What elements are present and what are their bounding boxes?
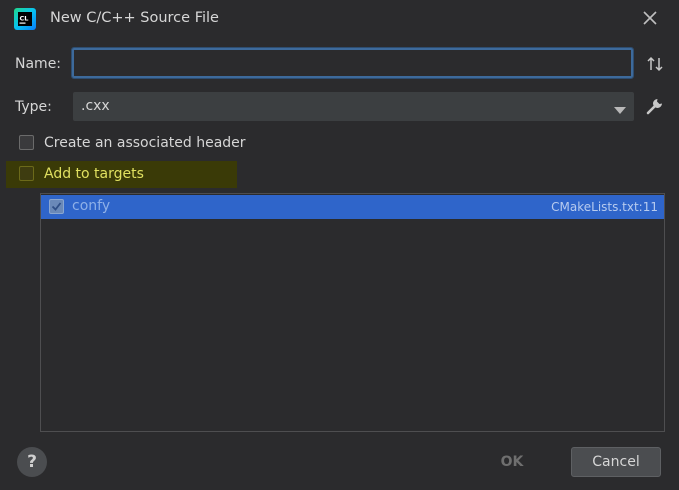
wrench-icon[interactable] [645, 96, 665, 116]
chevron-down-icon [614, 103, 626, 114]
add-to-targets-label[interactable]: Add to targets [44, 166, 144, 182]
target-checkbox[interactable] [49, 199, 64, 214]
ok-button[interactable]: OK [477, 448, 547, 477]
clion-app-icon: CL [14, 8, 36, 30]
create-header-checkbox[interactable] [19, 135, 34, 150]
svg-text:CL: CL [20, 15, 29, 23]
target-source: CMakeLists.txt:11 [551, 200, 658, 214]
add-to-targets-checkbox[interactable] [19, 166, 34, 181]
target-name: confy [72, 198, 111, 214]
help-button[interactable]: ? [17, 447, 47, 477]
cancel-button[interactable]: Cancel [571, 447, 661, 477]
sort-icon[interactable] [645, 54, 665, 74]
type-selected-value: .cxx [81, 98, 110, 114]
name-input[interactable] [71, 47, 634, 79]
create-header-label[interactable]: Create an associated header [44, 135, 246, 151]
close-icon[interactable] [641, 9, 659, 27]
dialog-title: New C/C++ Source File [50, 10, 219, 26]
type-select[interactable]: .cxx [73, 92, 634, 121]
name-label: Name: [15, 56, 62, 72]
targets-list[interactable]: confy CMakeLists.txt:11 [40, 193, 665, 432]
list-item[interactable]: confy CMakeLists.txt:11 [41, 195, 664, 219]
type-label: Type: [15, 99, 52, 115]
